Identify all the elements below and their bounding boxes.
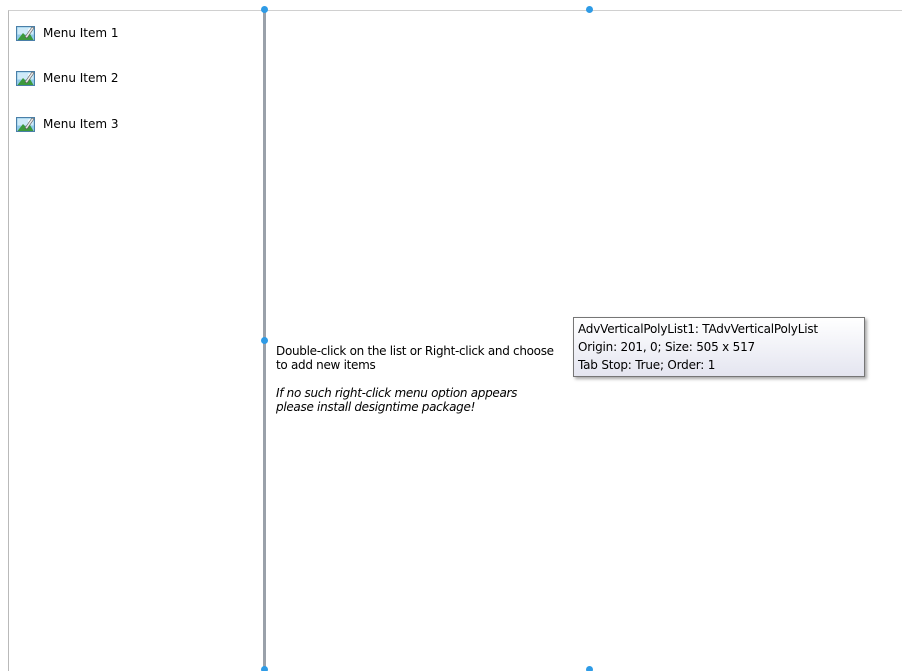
hint-italic-line-2: please install designtime package! (276, 400, 476, 414)
hint-italic-line-1: If no such right-click menu option appea… (276, 386, 518, 400)
picture-icon (16, 116, 36, 132)
picture-icon (16, 25, 36, 41)
menu-item-label: Menu Item 1 (43, 26, 119, 40)
form-designer-canvas: Menu Item 1 Menu Item 2 Menu Item 3 Doub… (0, 0, 902, 671)
selection-handle-bottom-center[interactable] (586, 666, 593, 671)
component-info-tooltip: AdvVerticalPolyList1: TAdvVerticalPolyLi… (573, 317, 865, 377)
hint-line-2: to add new items (276, 358, 376, 372)
tooltip-tab-stop: Tab Stop: True; Order: 1 (578, 358, 716, 372)
tooltip-component-name: AdvVerticalPolyList1: TAdvVerticalPolyLi… (578, 322, 818, 336)
menu-item-label: Menu Item 3 (43, 117, 119, 131)
menu-item-3[interactable]: Menu Item 3 (16, 114, 119, 134)
selection-handle-top-center[interactable] (586, 6, 593, 13)
menu-item-2[interactable]: Menu Item 2 (16, 68, 119, 88)
design-time-hint: Double-click on the list or Right-click … (276, 344, 576, 414)
tooltip-origin-size: Origin: 201, 0; Size: 505 x 517 (578, 340, 755, 354)
menu-item-label: Menu Item 2 (43, 71, 119, 85)
selection-handle-bottom-left[interactable] (261, 666, 268, 671)
list-top-border (265, 10, 902, 11)
selection-handle-middle-left[interactable] (261, 337, 268, 344)
selection-handle-top-left[interactable] (261, 6, 268, 13)
hint-line-1: Double-click on the list or Right-click … (276, 344, 554, 358)
picture-icon (16, 70, 36, 86)
menu-list-panel[interactable]: Menu Item 1 Menu Item 2 Menu Item 3 (8, 10, 265, 671)
menu-item-1[interactable]: Menu Item 1 (16, 23, 119, 43)
